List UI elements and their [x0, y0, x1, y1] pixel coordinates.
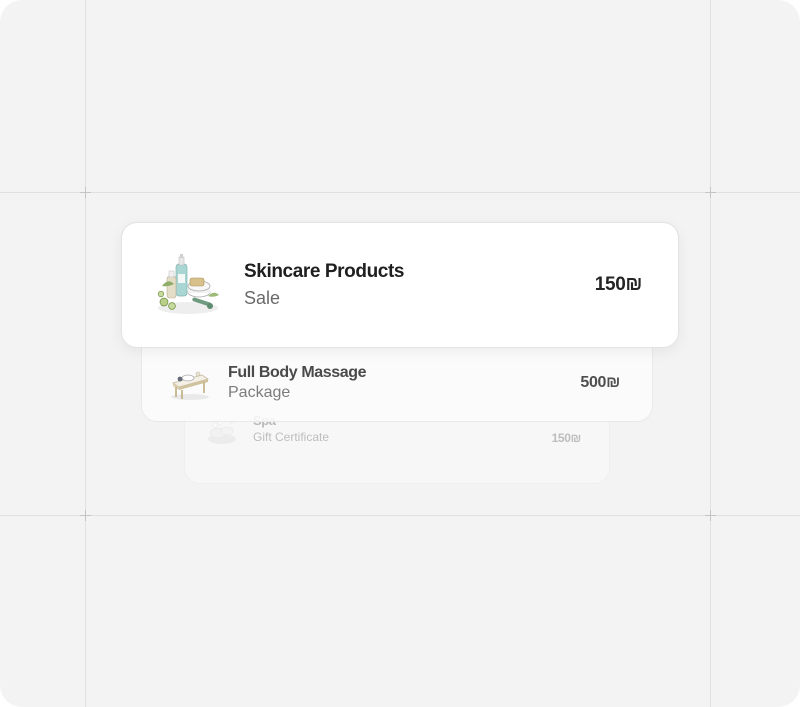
- service-card-skincare[interactable]: Skincare Products Sale 150₪: [121, 222, 679, 348]
- card-text: Full Body Massage Package: [228, 364, 580, 402]
- crosshair-icon: [705, 187, 716, 198]
- card-title: Skincare Products: [244, 261, 405, 282]
- canvas: Spa Gift Certificate 150₪ Full Body Mass…: [0, 0, 800, 707]
- skincare-products-icon: [152, 250, 222, 320]
- guide-line-horizontal-bottom: [0, 515, 800, 516]
- guide-line-horizontal-top: [0, 192, 800, 193]
- guide-line-vertical-left: [85, 0, 86, 707]
- card-price: 150₪: [551, 431, 582, 445]
- crosshair-icon: [80, 510, 91, 521]
- card-price: 150₪: [594, 274, 643, 295]
- card-text: Skincare Products Sale: [244, 261, 595, 309]
- crosshair-icon: [705, 510, 716, 521]
- card-subtitle: Gift Certificate: [253, 430, 330, 444]
- card-price: 500₪: [580, 374, 620, 391]
- guide-line-vertical-right: [710, 0, 711, 707]
- card-subtitle: Sale: [244, 288, 281, 308]
- massage-table-icon: [168, 363, 212, 403]
- crosshair-icon: [80, 187, 91, 198]
- card-title: Full Body Massage: [228, 364, 367, 381]
- card-subtitle: Package: [228, 384, 291, 401]
